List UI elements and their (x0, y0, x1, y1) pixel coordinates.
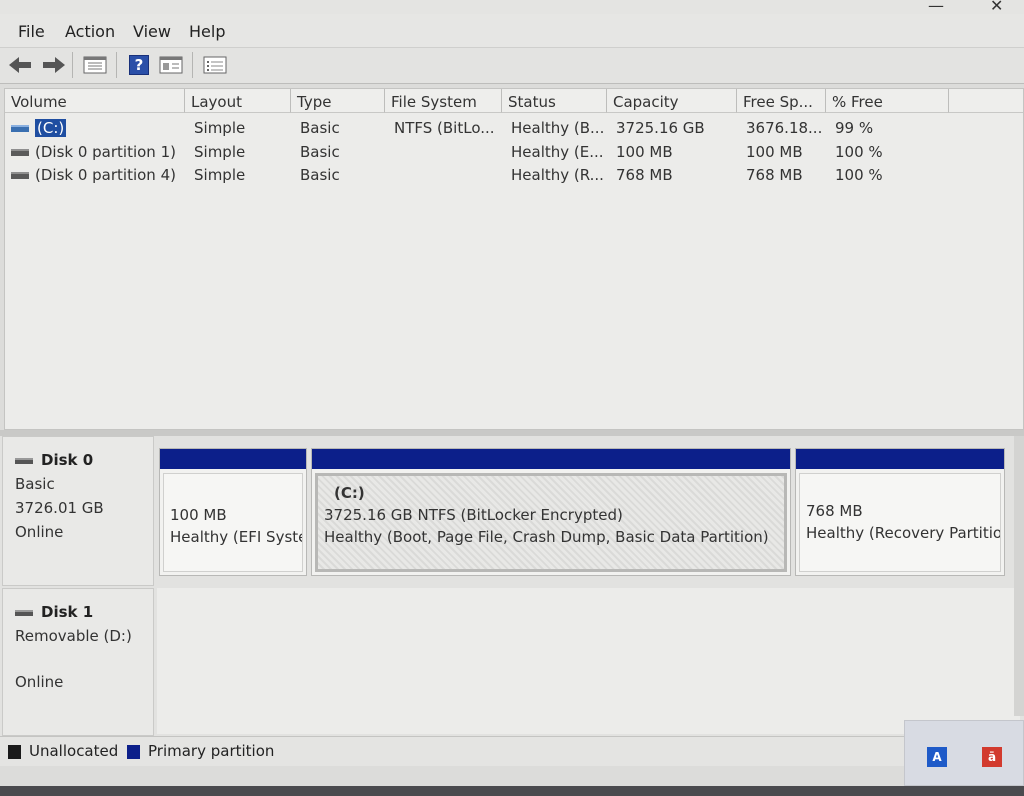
table-row[interactable]: (Disk 0 partition 4) Simple Basic Health… (5, 164, 1021, 186)
cell-type: Basic (300, 119, 340, 137)
table-row[interactable]: (C:) Simple Basic NTFS (BitLo... Healthy… (5, 117, 1021, 139)
partition-size: 3725.16 GB NTFS (BitLocker Encrypted) (324, 506, 623, 524)
column-header-volume[interactable]: Volume (5, 89, 185, 113)
cell-free-space: 768 MB (746, 166, 803, 184)
menu-help[interactable]: Help (189, 22, 225, 41)
partition-status: Healthy (Recovery Partitior (806, 524, 1001, 542)
partition-title: (C:) (334, 484, 365, 502)
disk-icon (15, 457, 33, 464)
cell-layout: Simple (194, 166, 246, 184)
disk-1-type: Removable (D:) (15, 627, 132, 645)
column-header-empty (949, 89, 1023, 113)
column-header-percent-free[interactable]: % Free (826, 89, 949, 113)
table-row[interactable]: (Disk 0 partition 1) Simple Basic Health… (5, 141, 1021, 163)
forward-icon[interactable] (40, 53, 66, 77)
cell-file-system: NTFS (BitLo... (394, 119, 495, 137)
disk-0-label[interactable]: Disk 0 Basic 3726.01 GB Online (2, 436, 154, 586)
cell-capacity: 768 MB (616, 166, 673, 184)
cell-capacity: 100 MB (616, 143, 673, 161)
legend-unallocated: Unallocated (29, 742, 119, 760)
column-header-free-space[interactable]: Free Sp... (737, 89, 826, 113)
cell-status: Healthy (B... (511, 119, 605, 137)
partition-recovery[interactable]: 768 MB Healthy (Recovery Partitior (795, 448, 1005, 576)
menu-action[interactable]: Action (65, 22, 115, 41)
close-button[interactable]: ✕ (990, 0, 1003, 15)
partition-size: 768 MB (806, 502, 863, 520)
menu-bar: File Action View Help (0, 14, 1024, 48)
disk-1-label[interactable]: Disk 1 Removable (D:) Online (2, 588, 154, 736)
volume-name: (Disk 0 partition 4) (35, 166, 176, 184)
title-bar: — ✕ (0, 0, 1024, 15)
settings-list-icon[interactable] (202, 53, 228, 77)
disk-0-size: 3726.01 GB (15, 499, 104, 517)
disk-0-type: Basic (15, 475, 55, 493)
partition-type-bar (796, 449, 1004, 469)
toolbar-separator (116, 52, 117, 78)
volume-icon (11, 172, 29, 179)
help-icon[interactable]: ? (126, 53, 152, 77)
help-glyph: ? (129, 55, 149, 75)
cell-type: Basic (300, 143, 340, 161)
cell-percent-free: 100 % (835, 166, 883, 184)
a-app-icon[interactable]: A (927, 747, 947, 767)
disk-0-name: Disk 0 (41, 451, 94, 469)
unallocated-swatch (8, 745, 21, 759)
cell-status: Healthy (R... (511, 166, 604, 184)
column-header-layout[interactable]: Layout (185, 89, 291, 113)
volume-list-pane[interactable]: Volume Layout Type File System Status Ca… (4, 88, 1024, 430)
cell-layout: Simple (194, 119, 246, 137)
cell-free-space: 100 MB (746, 143, 803, 161)
column-header-status[interactable]: Status (502, 89, 607, 113)
toolbar: ? (0, 48, 1024, 84)
menu-view[interactable]: View (133, 22, 171, 41)
cell-free-space: 3676.18... (746, 119, 823, 137)
disk-1-status: Online (15, 673, 64, 691)
cell-status: Healthy (E... (511, 143, 604, 161)
partition-size: 100 MB (170, 506, 227, 524)
disk-1-name: Disk 1 (41, 603, 94, 621)
partition-c[interactable]: (C:) 3725.16 GB NTFS (BitLocker Encrypte… (311, 448, 791, 576)
volume-name: (Disk 0 partition 1) (35, 143, 176, 161)
disk-icon (15, 609, 33, 616)
system-tray-popup: A ā (904, 720, 1024, 786)
partition-status: Healthy (EFI Syste (170, 528, 303, 546)
column-header-file-system[interactable]: File System (385, 89, 502, 113)
taskbar-edge (0, 786, 1024, 796)
menu-file[interactable]: File (18, 22, 45, 41)
cell-layout: Simple (194, 143, 246, 161)
legend-primary-partition: Primary partition (148, 742, 275, 760)
partition-efi[interactable]: 100 MB Healthy (EFI Syste (159, 448, 307, 576)
cell-capacity: 3725.16 GB (616, 119, 705, 137)
cell-type: Basic (300, 166, 340, 184)
properties-grid-icon[interactable] (82, 53, 108, 77)
minimize-button[interactable]: — (928, 0, 944, 15)
toolbar-separator (192, 52, 193, 78)
toolbar-separator (72, 52, 73, 78)
legend-bar: Unallocated Primary partition (0, 736, 1024, 766)
disk-0-status: Online (15, 523, 64, 541)
back-icon[interactable] (8, 53, 34, 77)
column-header-capacity[interactable]: Capacity (607, 89, 737, 113)
amd-icon[interactable]: ā (982, 747, 1002, 767)
disk-1-no-media-area[interactable] (157, 588, 1020, 734)
partition-type-bar (160, 449, 306, 469)
cell-percent-free: 100 % (835, 143, 883, 161)
volume-icon (11, 149, 29, 156)
show-hide-pane-icon[interactable] (158, 53, 184, 77)
partition-type-bar (312, 449, 790, 469)
volume-name: (C:) (35, 119, 67, 137)
volume-icon (11, 125, 29, 132)
vertical-scrollbar[interactable] (1014, 436, 1024, 716)
disk-graphical-pane: Disk 0 Basic 3726.01 GB Online 100 MB He… (0, 436, 1024, 736)
cell-percent-free: 99 % (835, 119, 874, 137)
partition-status: Healthy (Boot, Page File, Crash Dump, Ba… (324, 528, 769, 546)
primary-partition-swatch (127, 745, 140, 759)
column-header-type[interactable]: Type (291, 89, 385, 113)
